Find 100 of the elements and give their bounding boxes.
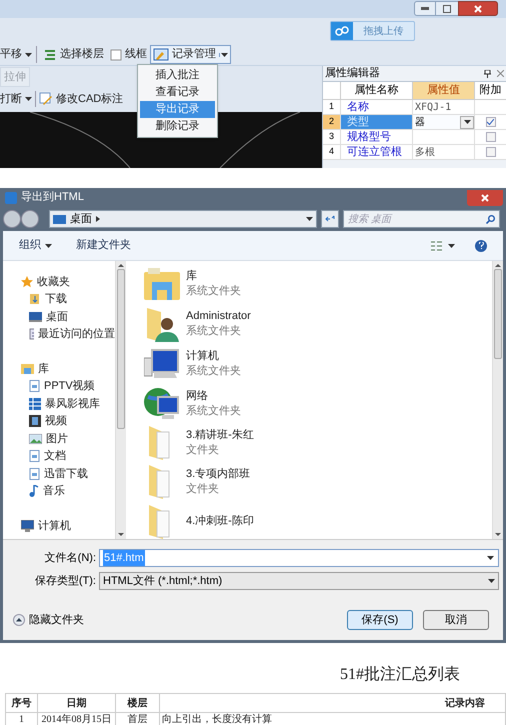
minimize-icon bbox=[421, 7, 429, 10]
nav-item[interactable]: 暴风影视库 bbox=[3, 395, 115, 412]
file-name: Administrator bbox=[186, 309, 251, 324]
file-name: 4.冲刺班-陈印 bbox=[186, 514, 254, 530]
pin-icon[interactable] bbox=[484, 70, 491, 78]
close-icon bbox=[481, 194, 489, 202]
search-field[interactable]: 搜索 桌面 bbox=[343, 210, 500, 228]
nav-item[interactable]: 下载 bbox=[3, 290, 115, 308]
toolbar-button[interactable]: 线框 bbox=[110, 46, 147, 63]
nav-item[interactable]: 计算机 bbox=[3, 517, 115, 534]
property-name[interactable]: 规格型号 bbox=[341, 130, 413, 145]
close-icon bbox=[474, 4, 482, 12]
nav-item[interactable]: PPTV视频 bbox=[3, 378, 115, 395]
file-item[interactable]: Administrator 系统文件夹 bbox=[144, 306, 492, 342]
filename-value: 51#.htm bbox=[103, 550, 145, 566]
close-icon[interactable] bbox=[497, 70, 504, 77]
panel-title: 属性编辑器 bbox=[325, 66, 380, 82]
address-bar[interactable]: 桌面 bbox=[49, 210, 317, 228]
nav-item[interactable]: 最近访问的位置 bbox=[3, 326, 115, 343]
scroll-up-icon bbox=[118, 264, 124, 267]
nav-item[interactable]: 文档 bbox=[3, 448, 115, 465]
break-dropdown[interactable]: 打断 bbox=[0, 90, 36, 108]
file-name: 库 bbox=[186, 269, 198, 284]
search-input[interactable]: 搜索 桌面 bbox=[348, 212, 486, 226]
window-title: 导出到HTML bbox=[21, 190, 84, 206]
nav-item[interactable]: 桌面 bbox=[3, 308, 115, 326]
search-icon bbox=[486, 214, 495, 224]
library-folder-icon bbox=[21, 363, 34, 374]
minimize-button[interactable] bbox=[414, 1, 436, 16]
app-logo-icon bbox=[5, 192, 17, 204]
forward-button[interactable] bbox=[21, 210, 39, 228]
table-header: 日期 bbox=[38, 694, 116, 713]
file-type-dropdown[interactable]: HTML文件 (*.html;*.htm) bbox=[99, 572, 499, 590]
view-options-button[interactable] bbox=[431, 240, 455, 250]
caret-icon bbox=[25, 97, 32, 101]
desktop-icon bbox=[53, 214, 66, 224]
nav-item[interactable]: 音乐 bbox=[3, 482, 115, 500]
edit-cad-annotation-button[interactable]: 修改CAD标注 bbox=[39, 90, 124, 108]
record-manage-button[interactable]: 记录管理 bbox=[150, 45, 231, 64]
toolbar-button[interactable]: 选择楼层 bbox=[43, 46, 104, 63]
property-name[interactable]: 可连立管根 bbox=[341, 145, 413, 160]
caret-icon bbox=[25, 52, 32, 56]
organize-menu[interactable]: 组织 bbox=[19, 237, 52, 254]
file-item[interactable]: 3.精讲班-朱红 文件夹 bbox=[144, 426, 492, 460]
checkbox[interactable] bbox=[486, 117, 496, 127]
table-header: 楼层 bbox=[116, 694, 160, 713]
file-item[interactable]: 库 系统文件夹 bbox=[144, 267, 492, 302]
file-item[interactable]: 3.专项内部班 文件夹 bbox=[144, 465, 492, 500]
globe-monitor-icon bbox=[144, 386, 180, 421]
nav-item[interactable]: 库 bbox=[3, 360, 115, 378]
nav-item[interactable]: 视频 bbox=[3, 412, 115, 430]
file-name: 3.专项内部班 bbox=[186, 467, 250, 482]
scrollbar[interactable] bbox=[492, 261, 503, 539]
help-button[interactable] bbox=[475, 240, 487, 252]
close-button[interactable] bbox=[458, 1, 498, 16]
refresh-button[interactable] bbox=[321, 210, 339, 228]
checkbox[interactable] bbox=[486, 147, 496, 157]
hide-folders-button[interactable]: 隐藏文件夹 bbox=[13, 612, 84, 628]
scroll-thumb[interactable] bbox=[117, 269, 125, 429]
pan-dropdown[interactable]: 平移 bbox=[0, 46, 37, 63]
dialog-button[interactable]: 保存(S) bbox=[347, 610, 413, 630]
maximize-button[interactable] bbox=[436, 1, 458, 16]
property-value[interactable]: 器 bbox=[413, 114, 460, 130]
music-note-icon bbox=[29, 485, 39, 498]
desktop-icon bbox=[29, 312, 42, 322]
menu-item[interactable]: 查看记录 bbox=[140, 84, 215, 101]
file-item[interactable]: 网络 系统文件夹 bbox=[144, 386, 492, 421]
caret-icon bbox=[488, 579, 495, 583]
check-icon bbox=[487, 119, 494, 125]
dropdown-button[interactable] bbox=[460, 116, 474, 128]
table-cell: 2014年08月15日 bbox=[38, 713, 116, 725]
file-item[interactable]: 计算机 系统文件夹 bbox=[144, 347, 492, 382]
back-button[interactable] bbox=[3, 210, 21, 228]
nav-item[interactable]: 迅雷下载 bbox=[3, 465, 115, 482]
caret-icon bbox=[45, 244, 52, 248]
chart-pen-icon bbox=[153, 48, 169, 62]
nav-item[interactable]: 收藏夹 bbox=[3, 273, 115, 290]
help-icon bbox=[478, 242, 484, 249]
scroll-thumb[interactable] bbox=[494, 269, 502, 359]
recent-places-icon bbox=[29, 328, 34, 340]
file-item[interactable]: 4.冲刺班-陈印 bbox=[144, 504, 492, 539]
table-header: 记录内容 bbox=[160, 694, 506, 713]
scrollbar[interactable] bbox=[115, 261, 126, 539]
property-value[interactable]: XFQJ-1 bbox=[413, 100, 474, 114]
table-cell: 向上引出，长度没有计算 bbox=[160, 713, 506, 725]
column-header: 附加 bbox=[475, 82, 506, 100]
caret-icon bbox=[487, 556, 494, 560]
menu-item[interactable]: 删除记录 bbox=[140, 118, 215, 135]
caret-icon bbox=[306, 217, 313, 221]
collapse-icon bbox=[13, 614, 25, 626]
star-icon bbox=[21, 276, 33, 288]
property-value[interactable]: 多根 bbox=[413, 144, 474, 160]
row-number: 3 bbox=[323, 130, 341, 145]
menu-item[interactable]: 插入批注 bbox=[140, 67, 215, 84]
dialog-button[interactable]: 取消 bbox=[423, 610, 489, 630]
nav-item[interactable]: 图片 bbox=[3, 430, 115, 448]
new-folder-button[interactable]: 新建文件夹 bbox=[76, 237, 131, 254]
close-button[interactable] bbox=[467, 190, 503, 206]
file-type: 文件夹 bbox=[186, 443, 220, 458]
checkbox[interactable] bbox=[486, 132, 496, 142]
